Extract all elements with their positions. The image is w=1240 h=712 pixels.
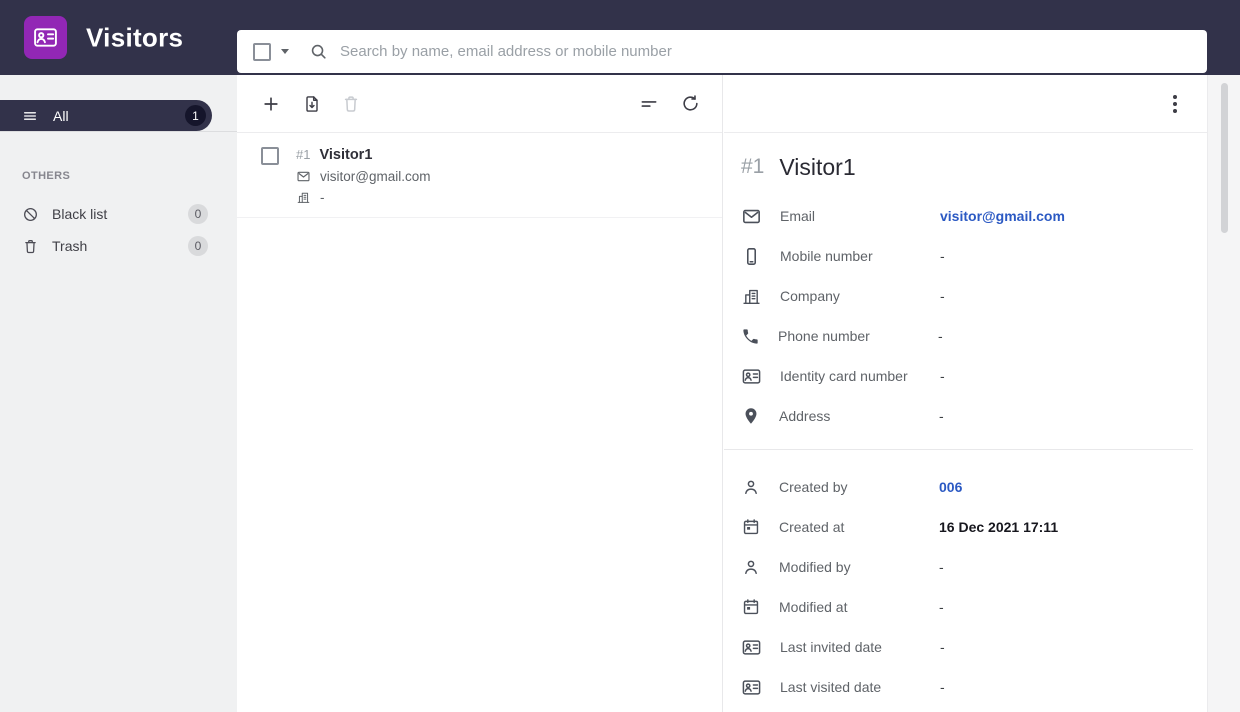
search-input[interactable] — [340, 43, 1193, 60]
visitor-detail-panel: #1 Visitor1 Email visitor@gmail.com Mobi… — [724, 75, 1207, 712]
sidebar-divider — [0, 131, 237, 132]
detail-group-divider — [724, 449, 1193, 450]
row-email: visitor@gmail.com — [320, 169, 431, 184]
row-company: - — [320, 190, 325, 205]
field-value-created-by[interactable]: 006 — [939, 479, 962, 495]
mobile-icon — [741, 246, 762, 267]
list-menu-icon — [22, 108, 38, 124]
field-label: Email — [780, 208, 816, 224]
count-badge: 0 — [188, 204, 208, 224]
detail-title: #1 Visitor1 — [741, 147, 1193, 187]
field-value: - — [940, 368, 945, 384]
detail-field-address: Address - — [741, 396, 1193, 436]
field-label: Modified at — [779, 599, 848, 615]
detail-field-last-invited: Last invited date - — [741, 627, 1193, 667]
phone-icon — [741, 327, 760, 346]
id-card-icon — [741, 366, 762, 387]
block-icon — [22, 206, 39, 223]
field-label: Company — [780, 288, 840, 304]
scrollbar-thumb[interactable] — [1221, 83, 1228, 233]
detail-index: #1 — [741, 155, 765, 178]
field-label: Address — [779, 408, 831, 424]
field-value: - — [939, 408, 944, 424]
field-value: - — [940, 288, 945, 304]
sort-button[interactable] — [639, 94, 659, 114]
scrollbar-track — [1207, 75, 1240, 712]
field-value-email[interactable]: visitor@gmail.com — [940, 208, 1065, 224]
field-label: Last invited date — [780, 639, 882, 655]
field-label: Mobile number — [780, 248, 873, 264]
detail-visitor-name: Visitor1 — [779, 153, 856, 180]
person-icon — [741, 557, 761, 577]
sidebar-item-all[interactable]: All 1 — [0, 100, 212, 131]
field-label: Modified by — [779, 559, 851, 575]
sidebar-item-label: Black list — [52, 206, 108, 222]
field-label: Identity card number — [780, 368, 908, 384]
calendar-icon — [741, 517, 761, 537]
detail-toolbar — [724, 75, 1207, 133]
sidebar: All 1 OTHERS Black list 0 Trash 0 — [0, 75, 237, 712]
row-index: #1 — [296, 147, 311, 162]
refresh-button[interactable] — [681, 94, 700, 113]
field-value: - — [939, 599, 944, 615]
delete-button[interactable] — [341, 94, 361, 114]
sidebar-section-label: OTHERS — [22, 170, 71, 182]
row-checkbox[interactable] — [261, 147, 279, 165]
person-icon — [741, 477, 761, 497]
sidebar-item-label: Trash — [52, 238, 88, 254]
sidebar-item-label: All — [53, 107, 69, 124]
id-card-icon — [741, 637, 762, 658]
field-value: - — [938, 328, 943, 344]
detail-field-company: Company - — [741, 276, 1193, 316]
detail-field-email: Email visitor@gmail.com — [741, 196, 1193, 236]
add-visitor-button[interactable] — [261, 94, 281, 114]
search-bar — [237, 30, 1207, 73]
search-icon — [309, 42, 328, 61]
detail-field-identity-card: Identity card number - — [741, 356, 1193, 396]
field-value: - — [940, 679, 945, 695]
row-visitor-name: Visitor1 — [319, 147, 373, 163]
field-label: Created at — [779, 519, 845, 535]
id-card-icon — [741, 677, 762, 698]
import-button[interactable] — [302, 94, 322, 114]
count-badge: 1 — [185, 105, 206, 126]
detail-field-last-visited: Last visited date - — [741, 667, 1193, 707]
company-icon — [296, 190, 311, 205]
trash-icon — [22, 238, 39, 255]
field-value: - — [940, 639, 945, 655]
visitor-list-item[interactable]: #1 Visitor1 visitor@gmail.com - — [237, 133, 722, 218]
detail-field-mobile: Mobile number - — [741, 236, 1193, 276]
field-label: Created by — [779, 479, 848, 495]
detail-field-phone: Phone number - — [741, 316, 1193, 356]
field-label: Phone number — [778, 328, 870, 344]
location-icon — [741, 406, 761, 426]
field-label: Last visited date — [780, 679, 882, 695]
company-icon — [741, 286, 762, 307]
field-value: - — [940, 248, 945, 264]
field-value: - — [939, 559, 944, 575]
field-value: 16 Dec 2021 17:11 — [939, 519, 1059, 535]
sidebar-item-black-list[interactable]: Black list 0 — [0, 198, 237, 230]
detail-field-created-by: Created by 006 — [741, 467, 1193, 507]
chevron-down-icon[interactable] — [281, 49, 289, 54]
page-title: Visitors — [86, 22, 184, 52]
visitor-list-panel: #1 Visitor1 visitor@gmail.com - — [237, 75, 723, 712]
sidebar-item-trash[interactable]: Trash 0 — [0, 230, 237, 262]
count-badge: 0 — [188, 236, 208, 256]
detail-field-created-at: Created at 16 Dec 2021 17:11 — [741, 507, 1193, 547]
top-header: Visitors — [0, 0, 1240, 75]
contact-card-icon — [32, 24, 59, 51]
detail-field-modified-by: Modified by - — [741, 547, 1193, 587]
list-toolbar — [237, 75, 722, 133]
select-all-checkbox[interactable] — [253, 42, 271, 61]
detail-field-modified-at: Modified at - — [741, 587, 1193, 627]
email-icon — [296, 169, 311, 184]
app-logo — [24, 16, 67, 59]
email-icon — [741, 206, 762, 227]
more-actions-button[interactable] — [1169, 91, 1181, 117]
calendar-icon — [741, 597, 761, 617]
